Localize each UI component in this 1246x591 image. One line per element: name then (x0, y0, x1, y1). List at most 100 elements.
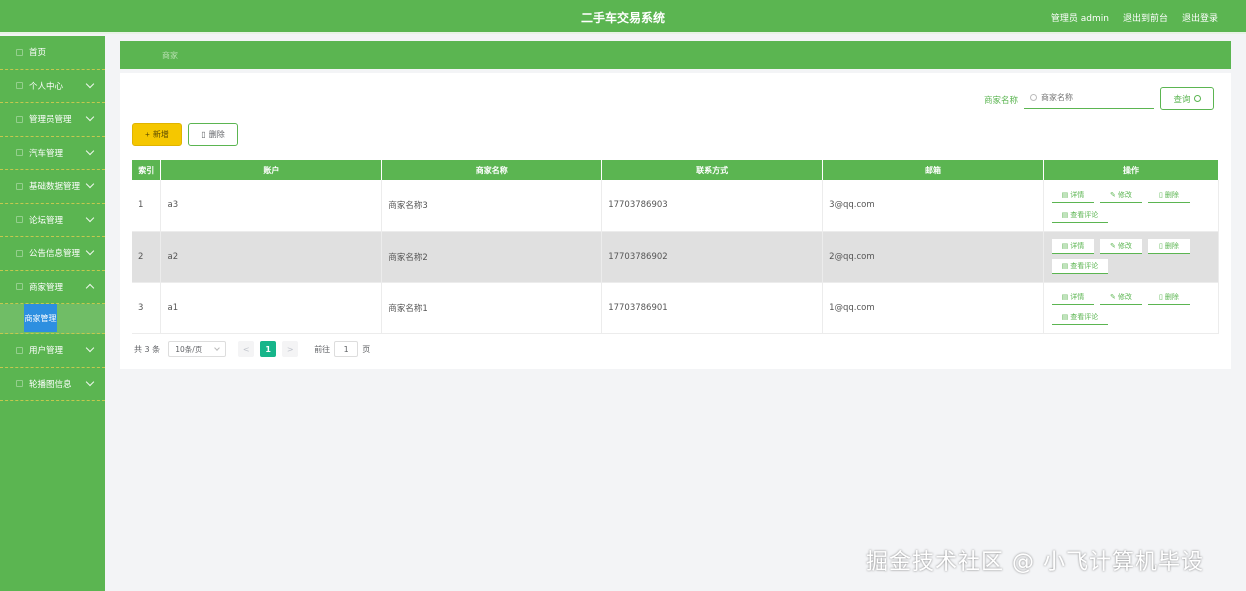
sidebar-item-carousel[interactable]: 轮播图信息 (0, 368, 105, 401)
merchant-table: 索引 账户 商家名称 联系方式 邮箱 操作 1 a3 商家名称3 1770378… (132, 160, 1220, 334)
sidebar-item-users[interactable]: 用户管理 (0, 334, 105, 368)
cell-index: 2 (132, 231, 162, 283)
table-row: 3 a1 商家名称1 17703786901 1@qq.com ▤ 详情 ✎ 修改 … (132, 282, 1220, 334)
cell-actions: ▤ 详情 ✎ 修改 ▯ 删除 ▤ 查看评论 (1043, 231, 1220, 283)
sidebar-item-label: 首页 (29, 48, 47, 59)
table-row: 2 a2 商家名称2 17703786902 2@qq.com ▤ 详情 ✎ 修改 … (132, 231, 1220, 283)
add-button[interactable]: + 新增 (132, 123, 182, 146)
doc-icon: ▤ (1061, 243, 1069, 250)
next-page-button[interactable]: > (282, 341, 299, 357)
edit-button[interactable]: ✎ 修改 (1099, 290, 1142, 305)
sidebar-item-notices[interactable]: 公告信息管理 (0, 237, 105, 271)
sidebar-item-label: 个人中心 (29, 81, 64, 92)
page-size-value: 10条/页 (175, 344, 203, 354)
goto-label: 前往 (314, 344, 331, 354)
sidebar-item-label: 公告信息管理 (29, 249, 81, 260)
sidebar-subitem-merchant-manage[interactable]: 商家管理 (24, 304, 57, 332)
page-size-select[interactable]: 10条/页 (168, 341, 227, 357)
top-bar: 二手车交易系统 管理员 admin 退出到前台 退出登录 (0, 0, 1246, 34)
header-actions: 管理员 admin 退出到前台 退出登录 (1051, 11, 1218, 24)
search-icon (1193, 95, 1201, 102)
submenu-merchants: 商家管理 (0, 304, 105, 334)
chevron-down-icon (85, 179, 95, 189)
cell-name: 商家名称2 (381, 231, 603, 283)
logout-link[interactable]: 退出登录 (1182, 11, 1218, 24)
search-label: 商家名称 (984, 96, 1019, 106)
edit-icon: ✎ (1110, 294, 1116, 301)
page-number-current[interactable]: 1 (260, 341, 277, 357)
cell-email: 1@qq.com (822, 282, 1044, 334)
delete-button[interactable]: ▯ 删除 (188, 123, 238, 146)
doc-icon: ▤ (1061, 263, 1069, 270)
edit-button[interactable]: ✎ 修改 (1099, 187, 1142, 203)
breadcrumb: 商家 (120, 41, 1231, 69)
goto-page-input[interactable] (334, 341, 359, 357)
admin-label: 管理员 admin (1050, 14, 1109, 24)
cell-index: 1 (132, 180, 162, 232)
cell-phone: 17703786901 (601, 282, 824, 334)
chevron-down-icon (85, 79, 95, 88)
sidebar-item-admins[interactable]: 管理员管理 (0, 103, 105, 137)
sidebar-item-cars[interactable]: 汽车管理 (0, 137, 105, 170)
car-icon (16, 149, 23, 157)
users-icon (16, 346, 23, 354)
cell-account: a1 (160, 282, 383, 334)
cell-email: 3@qq.com (822, 180, 1044, 232)
cell-phone: 17703786902 (601, 231, 824, 283)
search-input[interactable] (1041, 93, 1141, 102)
detail-button[interactable]: ▤ 详情 (1051, 290, 1094, 305)
trash-icon: ▯ (201, 130, 206, 139)
sidebar-item-label: 论坛管理 (29, 215, 64, 226)
sidebar-item-merchants[interactable]: 商家管理 (0, 271, 105, 304)
cell-phone: 17703786903 (601, 180, 824, 232)
col-header-account: 账户 (160, 160, 383, 180)
query-label: 查询 (1173, 93, 1191, 104)
pagination: 共 3 条 10条/页 < 1 > 前往 页 (134, 341, 370, 357)
cell-actions: ▤ 详情 ✎ 修改 ▯ 删除 ▤ 查看评论 (1043, 180, 1220, 232)
sidebar-item-home[interactable]: 首页 (0, 36, 105, 70)
col-header-index: 索引 (132, 160, 162, 180)
trash-icon: ▯ (1159, 243, 1163, 250)
view-comments-button[interactable]: ▤ 查看评论 (1051, 207, 1108, 223)
trash-icon: ▯ (1159, 294, 1163, 301)
edit-button[interactable]: ✎ 修改 (1099, 239, 1142, 254)
sidebar-item-base-data[interactable]: 基础数据管理 (0, 170, 105, 204)
chevron-down-icon (85, 112, 95, 122)
chevron-up-icon (85, 283, 95, 292)
sidebar-item-forum[interactable]: 论坛管理 (0, 204, 105, 237)
sidebar-item-label: 基础数据管理 (29, 182, 81, 193)
chevron-down-icon (85, 246, 95, 256)
admin-icon (16, 115, 23, 123)
page-unit-label: 页 (362, 344, 371, 354)
home-icon (16, 48, 23, 56)
doc-icon: ▤ (1061, 314, 1069, 321)
detail-button[interactable]: ▤ 详情 (1051, 187, 1094, 203)
search-icon (1030, 94, 1037, 101)
chevron-down-icon (85, 146, 95, 155)
query-button[interactable]: 查询 (1160, 87, 1214, 110)
sidebar-item-label: 汽车管理 (29, 148, 64, 159)
delete-row-button[interactable]: ▯ 删除 (1147, 187, 1190, 203)
doc-icon: ▤ (1061, 191, 1069, 199)
view-comments-button[interactable]: ▤ 查看评论 (1051, 310, 1108, 325)
view-comments-button[interactable]: ▤ 查看评论 (1051, 259, 1108, 274)
exit-front-link[interactable]: 退出到前台 (1123, 11, 1168, 24)
delete-row-button[interactable]: ▯ 删除 (1147, 239, 1190, 254)
col-header-name: 商家名称 (381, 160, 603, 180)
add-label: 新增 (152, 130, 169, 139)
cell-name: 商家名称3 (381, 180, 603, 232)
delete-row-button[interactable]: ▯ 删除 (1147, 290, 1190, 305)
col-header-phone: 联系方式 (601, 160, 824, 180)
chevron-down-icon (85, 213, 95, 222)
detail-button[interactable]: ▤ 详情 (1051, 239, 1094, 254)
sidebar-item-profile[interactable]: 个人中心 (0, 70, 105, 103)
edit-icon: ✎ (1110, 191, 1116, 199)
breadcrumb-text[interactable]: 商家 (162, 50, 178, 61)
main-panel: 商家名称 查询 + 新增 ▯ 删除 索引 账户 商家名称 联系方式 邮箱 操作 (120, 73, 1231, 369)
total-count: 共 3 条 (134, 344, 161, 354)
delete-label: 删除 (208, 130, 225, 139)
chevron-down-icon (85, 343, 95, 353)
chevron-down-icon (85, 377, 95, 386)
prev-page-button[interactable]: < (238, 341, 255, 357)
search-field[interactable] (1024, 87, 1154, 109)
